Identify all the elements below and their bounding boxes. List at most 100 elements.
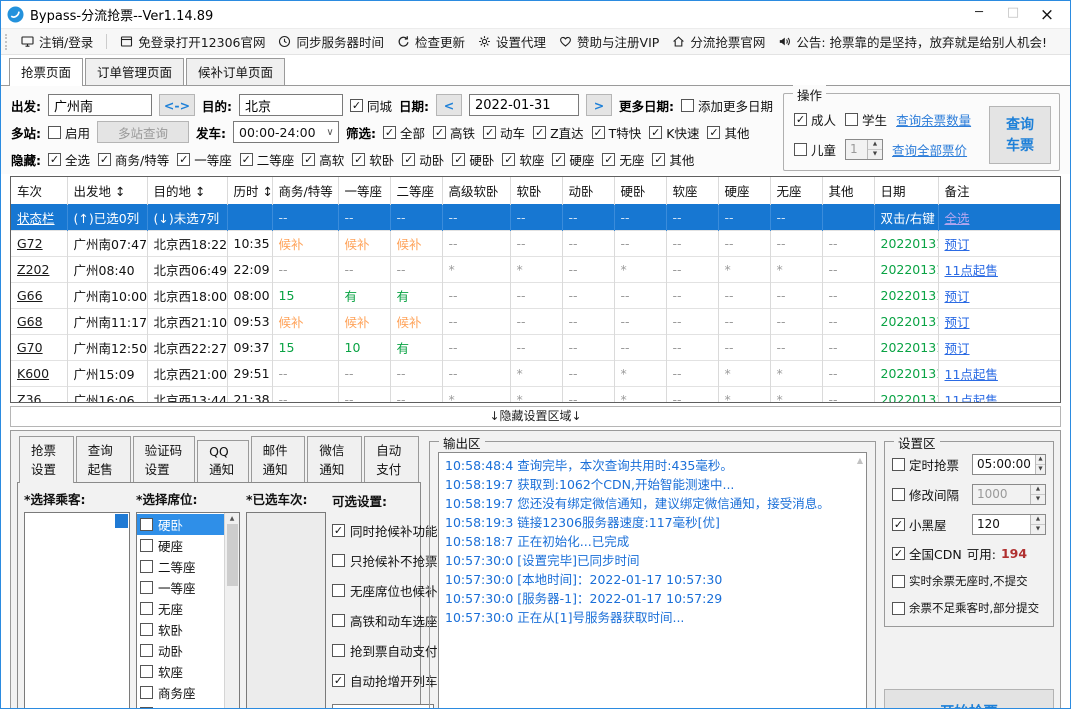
hide-column-group-item-3[interactable]: ✓ 二等座 bbox=[239, 150, 294, 169]
train-number-link[interactable]: Z202 bbox=[11, 256, 68, 283]
seat-option-6[interactable]: 动卧 bbox=[137, 640, 224, 661]
main-tab-strip-0[interactable]: 抢票页面 bbox=[9, 58, 84, 86]
start-grabbing-button[interactable]: 开始抢票 bbox=[884, 689, 1054, 708]
hide-column-group-item-0[interactable]: ✓ 全选 bbox=[48, 150, 90, 169]
depart-input[interactable] bbox=[48, 94, 152, 116]
passenger-list[interactable] bbox=[24, 512, 130, 708]
train-row[interactable]: G70 广州南12:50 北京西22:27 09:37 15 10 有 -- -- -- -- -- -… bbox=[11, 334, 1060, 361]
column-header-5[interactable]: 一等座 bbox=[338, 177, 391, 205]
toolbar-item-set-proxy[interactable]: 设置代理 bbox=[478, 32, 546, 51]
main-tab-strip-1[interactable]: 订单管理页面 bbox=[85, 58, 185, 85]
hide-column-group-item-1[interactable]: ✓ 商务/特等 bbox=[98, 150, 169, 169]
child-checkbox-cb[interactable]: 儿童 bbox=[794, 140, 836, 159]
hide-column-group-item-5[interactable]: ✓ 软卧 bbox=[352, 150, 394, 169]
train-number-link[interactable]: G66 bbox=[11, 282, 68, 309]
toolbar-item-vip[interactable]: 赞助与注册VIP bbox=[559, 32, 659, 51]
train-row[interactable]: Z36 广州16:06 北京西13:44 21:38 -- -- -- * * -- * -- * * --… bbox=[11, 386, 1060, 402]
scroll-up-icon[interactable]: ▲ bbox=[857, 456, 863, 465]
same-city-checkbox-cb[interactable]: ✓ 同城 bbox=[350, 96, 392, 115]
spin-up-icon[interactable]: ▲ bbox=[1031, 485, 1045, 495]
grab-options-group-item-0[interactable]: ✓ 同时抢候补功能 bbox=[332, 521, 438, 540]
settings-value-field-2[interactable]: 120 ▲ ▼ bbox=[972, 514, 1046, 535]
remark-link[interactable]: 11点起售 bbox=[938, 256, 1060, 283]
date-prev-button[interactable]: < bbox=[436, 94, 463, 116]
seat-option-3[interactable]: 一等座 bbox=[137, 577, 224, 598]
train-row[interactable]: K600 广州15:09 北京西21:00 29:51 -- -- -- -- * -- * -- * *… bbox=[11, 360, 1060, 387]
train-row[interactable]: G72 广州南07:47 北京西18:22 10:35 候补 候补 候补 -- -- -- -- --… bbox=[11, 230, 1060, 257]
settings-checkbox-2[interactable]: ✓ 小黑屋 bbox=[892, 515, 947, 534]
toolbar-item-open-12306[interactable]: 免登录打开12306官网 bbox=[120, 32, 265, 51]
train-number-link[interactable]: G72 bbox=[11, 230, 68, 257]
settings-checkbox-0[interactable]: 定时抢票 bbox=[892, 455, 959, 474]
column-header-12[interactable]: 硬座 bbox=[718, 177, 771, 205]
grab-time-range-select[interactable]: 00:00-24:00 ∨ bbox=[332, 704, 434, 708]
student-checkbox-cb[interactable]: 学生 bbox=[845, 110, 887, 129]
add-more-dates-checkbox-cb[interactable]: 添加更多日期 bbox=[681, 96, 773, 115]
column-header-4[interactable]: 商务/特等 bbox=[272, 177, 339, 205]
hide-column-group-item-11[interactable]: ✓ 其他 bbox=[652, 150, 694, 169]
hide-column-group-item-4[interactable]: ✓ 高软 bbox=[302, 150, 344, 169]
hide-column-group-item-7[interactable]: ✓ 硬卧 bbox=[452, 150, 494, 169]
hide-column-group-item-6[interactable]: ✓ 动卧 bbox=[402, 150, 444, 169]
train-number-link[interactable]: Z36 bbox=[11, 386, 68, 402]
spinner-arrows[interactable]: ▲ ▼ bbox=[1034, 455, 1045, 474]
hide-settings-divider[interactable]: ↓隐藏设置区域↓ bbox=[10, 406, 1061, 427]
seat-option-7[interactable]: 软座 bbox=[137, 661, 224, 682]
swap-stations-button[interactable]: <-> bbox=[159, 94, 195, 116]
toolbar-grip[interactable] bbox=[5, 33, 8, 50]
multi-station-query-button[interactable]: 多站查询 bbox=[97, 121, 190, 143]
spin-up-icon[interactable]: ▲ bbox=[868, 140, 883, 150]
grab-options-group-item-1[interactable]: 只抢候补不抢票 bbox=[332, 551, 438, 570]
train-type-filter-group-item-0[interactable]: ✓ 全部 bbox=[383, 123, 425, 142]
grab-options-group-item-5[interactable]: ✓ 自动抢增开列车 bbox=[332, 671, 438, 690]
remark-link[interactable]: 预订 bbox=[938, 308, 1060, 335]
train-row[interactable]: G66 广州南10:00 北京西18:00 08:00 15 有有 -- -- -- -- -- --… bbox=[11, 282, 1060, 309]
spin-down-icon[interactable]: ▼ bbox=[1031, 495, 1045, 504]
column-header-2[interactable]: 目的地 ↕ bbox=[147, 177, 228, 205]
remark-link[interactable]: 11点起售 bbox=[938, 386, 1060, 402]
status-row[interactable]: 状态栏 (↑)已选0列 (↓)未选7列 -- -- -- -- -- -- -- -- -- -- 双击/… bbox=[11, 204, 1060, 231]
seat-option-1[interactable]: 硬座 bbox=[137, 535, 224, 556]
seat-option-5[interactable]: 软卧 bbox=[137, 619, 224, 640]
adult-checkbox-cb[interactable]: ✓ 成人 bbox=[794, 110, 836, 129]
column-header-3[interactable]: 历时 ↕ bbox=[227, 177, 273, 205]
date-next-button[interactable]: > bbox=[586, 94, 613, 116]
seat-list[interactable]: 硬卧硬座二等座一等座无座软卧动卧软座商务座特等座 ▲ ▼ bbox=[136, 512, 240, 708]
spin-down-icon[interactable]: ▼ bbox=[1031, 525, 1045, 534]
toolbar-item-check-update[interactable]: 检查更新 bbox=[397, 32, 465, 51]
arrive-input[interactable] bbox=[239, 94, 343, 116]
column-header-14[interactable]: 其他 bbox=[822, 177, 875, 205]
train-number-link[interactable]: 状态栏 bbox=[11, 204, 68, 231]
grab-options-group-item-4[interactable]: 抢到票自动支付 bbox=[332, 641, 438, 660]
settings-value-field-0[interactable]: 05:00:00 ▲ ▼ bbox=[972, 454, 1046, 475]
multi-enable-checkbox-cb[interactable]: 启用 bbox=[48, 123, 90, 142]
settings-tab-strip-1[interactable]: 查询起售 bbox=[75, 436, 131, 482]
train-row[interactable]: Z202 广州08:40 北京西06:49 22:09 -- -- -- * * -- * -- * * -… bbox=[11, 256, 1060, 283]
query-all-prices-link[interactable]: 查询全部票价 bbox=[892, 140, 967, 159]
maximize-button[interactable]: □ bbox=[996, 5, 1030, 25]
settings-tab-strip-4[interactable]: 邮件通知 bbox=[250, 436, 306, 482]
column-header-10[interactable]: 硬卧 bbox=[614, 177, 667, 205]
spin-down-icon[interactable]: ▼ bbox=[868, 150, 882, 159]
hide-column-group-item-2[interactable]: ✓ 一等座 bbox=[177, 150, 232, 169]
settings-tab-strip-5[interactable]: 微信通知 bbox=[307, 436, 363, 482]
hide-column-group-item-10[interactable]: ✓ 无座 bbox=[602, 150, 644, 169]
settings-checkbox-1[interactable]: 修改间隔 bbox=[892, 485, 959, 504]
hide-column-group-item-8[interactable]: ✓ 软座 bbox=[502, 150, 544, 169]
settings-value-field-1[interactable]: 1000 ▲ ▼ bbox=[972, 484, 1046, 505]
seat-option-9[interactable]: 特等座 bbox=[137, 703, 224, 708]
spin-up-icon[interactable]: ▲ bbox=[1035, 455, 1045, 465]
close-button[interactable]: × bbox=[1030, 5, 1064, 25]
toolbar-item-official-site[interactable]: 分流抢票官网 bbox=[672, 32, 765, 51]
extra-options-group-item-1[interactable]: 余票不足乘客时,部分提交 bbox=[892, 600, 1046, 616]
train-type-filter-group-item-5[interactable]: ✓ K快速 bbox=[649, 123, 699, 142]
spinner-arrows[interactable]: ▲ ▼ bbox=[1030, 515, 1045, 534]
toolbar-item-sync-time[interactable]: 同步服务器时间 bbox=[278, 32, 384, 51]
column-header-6[interactable]: 二等座 bbox=[390, 177, 443, 205]
column-header-1[interactable]: 出发地 ↕ bbox=[67, 177, 148, 205]
cdn-checkbox-cb[interactable]: ✓ 全国CDN bbox=[892, 544, 962, 563]
settings-tab-strip-0[interactable]: 抢票设置 bbox=[19, 436, 74, 483]
remark-link[interactable]: 预订 bbox=[938, 334, 1060, 361]
scroll-up-icon[interactable]: ▲ bbox=[230, 514, 235, 523]
column-header-13[interactable]: 无座 bbox=[770, 177, 823, 205]
